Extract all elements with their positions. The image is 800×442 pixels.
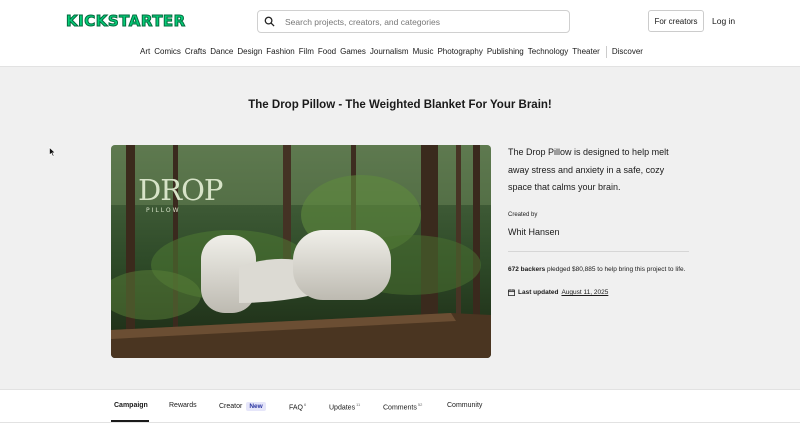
category-publishing[interactable]: Publishing [487,47,524,58]
faq-count: 6 [304,402,307,407]
creator-name-link[interactable]: Whit Hansen [508,227,560,237]
category-fashion[interactable]: Fashion [266,47,294,58]
category-photography[interactable]: Photography [437,47,482,58]
category-art[interactable]: Art [140,47,150,58]
category-divider [605,46,607,58]
calendar-icon [508,289,515,296]
comments-count: 52 [417,402,423,407]
tab-community[interactable]: Community [447,402,482,409]
site-header: KICKSTARTER For creators Log in Art Comi… [0,0,800,67]
project-video[interactable]: DROP PILLOW [111,145,491,358]
category-music[interactable]: Music [413,47,434,58]
last-updated: Last updated August 11, 2025 [508,289,608,296]
tab-faq-label: FAQ [289,404,304,412]
created-by-label: Created by [508,212,538,218]
category-design[interactable]: Design [237,47,262,58]
category-food[interactable]: Food [318,47,336,58]
tab-rewards[interactable]: Rewards [169,402,197,409]
for-creators-button[interactable]: For creators [648,10,704,32]
tab-faq[interactable]: FAQ6 [289,402,306,411]
login-link[interactable]: Log in [712,16,735,26]
category-technology[interactable]: Technology [528,47,568,58]
mouse-cursor-icon [49,147,56,157]
pledge-summary: 672 backers pledged $80,885 to help brin… [508,265,690,275]
project-description: The Drop Pillow is designed to help melt… [508,147,669,192]
new-badge: New [246,402,266,411]
category-comics[interactable]: Comics [154,47,181,58]
search-bar[interactable] [257,10,570,33]
category-dance[interactable]: Dance [210,47,233,58]
search-input[interactable] [285,16,555,27]
last-updated-date[interactable]: August 11, 2025 [561,289,608,296]
hero-drop-logo: DROP [138,173,223,207]
category-journalism[interactable]: Journalism [370,47,409,58]
tab-comments-label: Comments [383,404,417,412]
tab-updates-label: Updates [329,404,356,412]
category-film[interactable]: Film [299,47,314,58]
backers-count: 672 backers [508,266,546,273]
kickstarter-logo[interactable]: KICKSTARTER [66,12,186,31]
tab-updates[interactable]: Updates11 [329,402,360,411]
discover-link[interactable]: Discover [612,47,643,58]
info-divider [508,251,689,252]
tab-creator[interactable]: Creator New [219,402,266,411]
tab-comments[interactable]: Comments52 [383,402,422,411]
hero-pillow-text: PILLOW [146,207,181,214]
category-crafts[interactable]: Crafts [185,47,206,58]
last-updated-label: Last updated [518,289,559,296]
tab-campaign[interactable]: Campaign [114,402,148,409]
search-icon [264,16,275,27]
tabs-bottom-border [0,422,800,423]
category-nav: Art Comics Crafts Dance Design Fashion F… [140,46,647,58]
tab-creator-label: Creator [219,403,243,410]
updates-count: 11 [356,402,361,407]
category-games[interactable]: Games [340,47,366,58]
project-tabs: Campaign Rewards Creator New FAQ6 Updates… [0,389,800,442]
category-theater[interactable]: Theater [572,47,600,58]
project-title: The Drop Pillow - The Weighted Blanket F… [248,99,552,111]
pledged-text: pledged $80,885 to help bring this proje… [547,266,686,273]
